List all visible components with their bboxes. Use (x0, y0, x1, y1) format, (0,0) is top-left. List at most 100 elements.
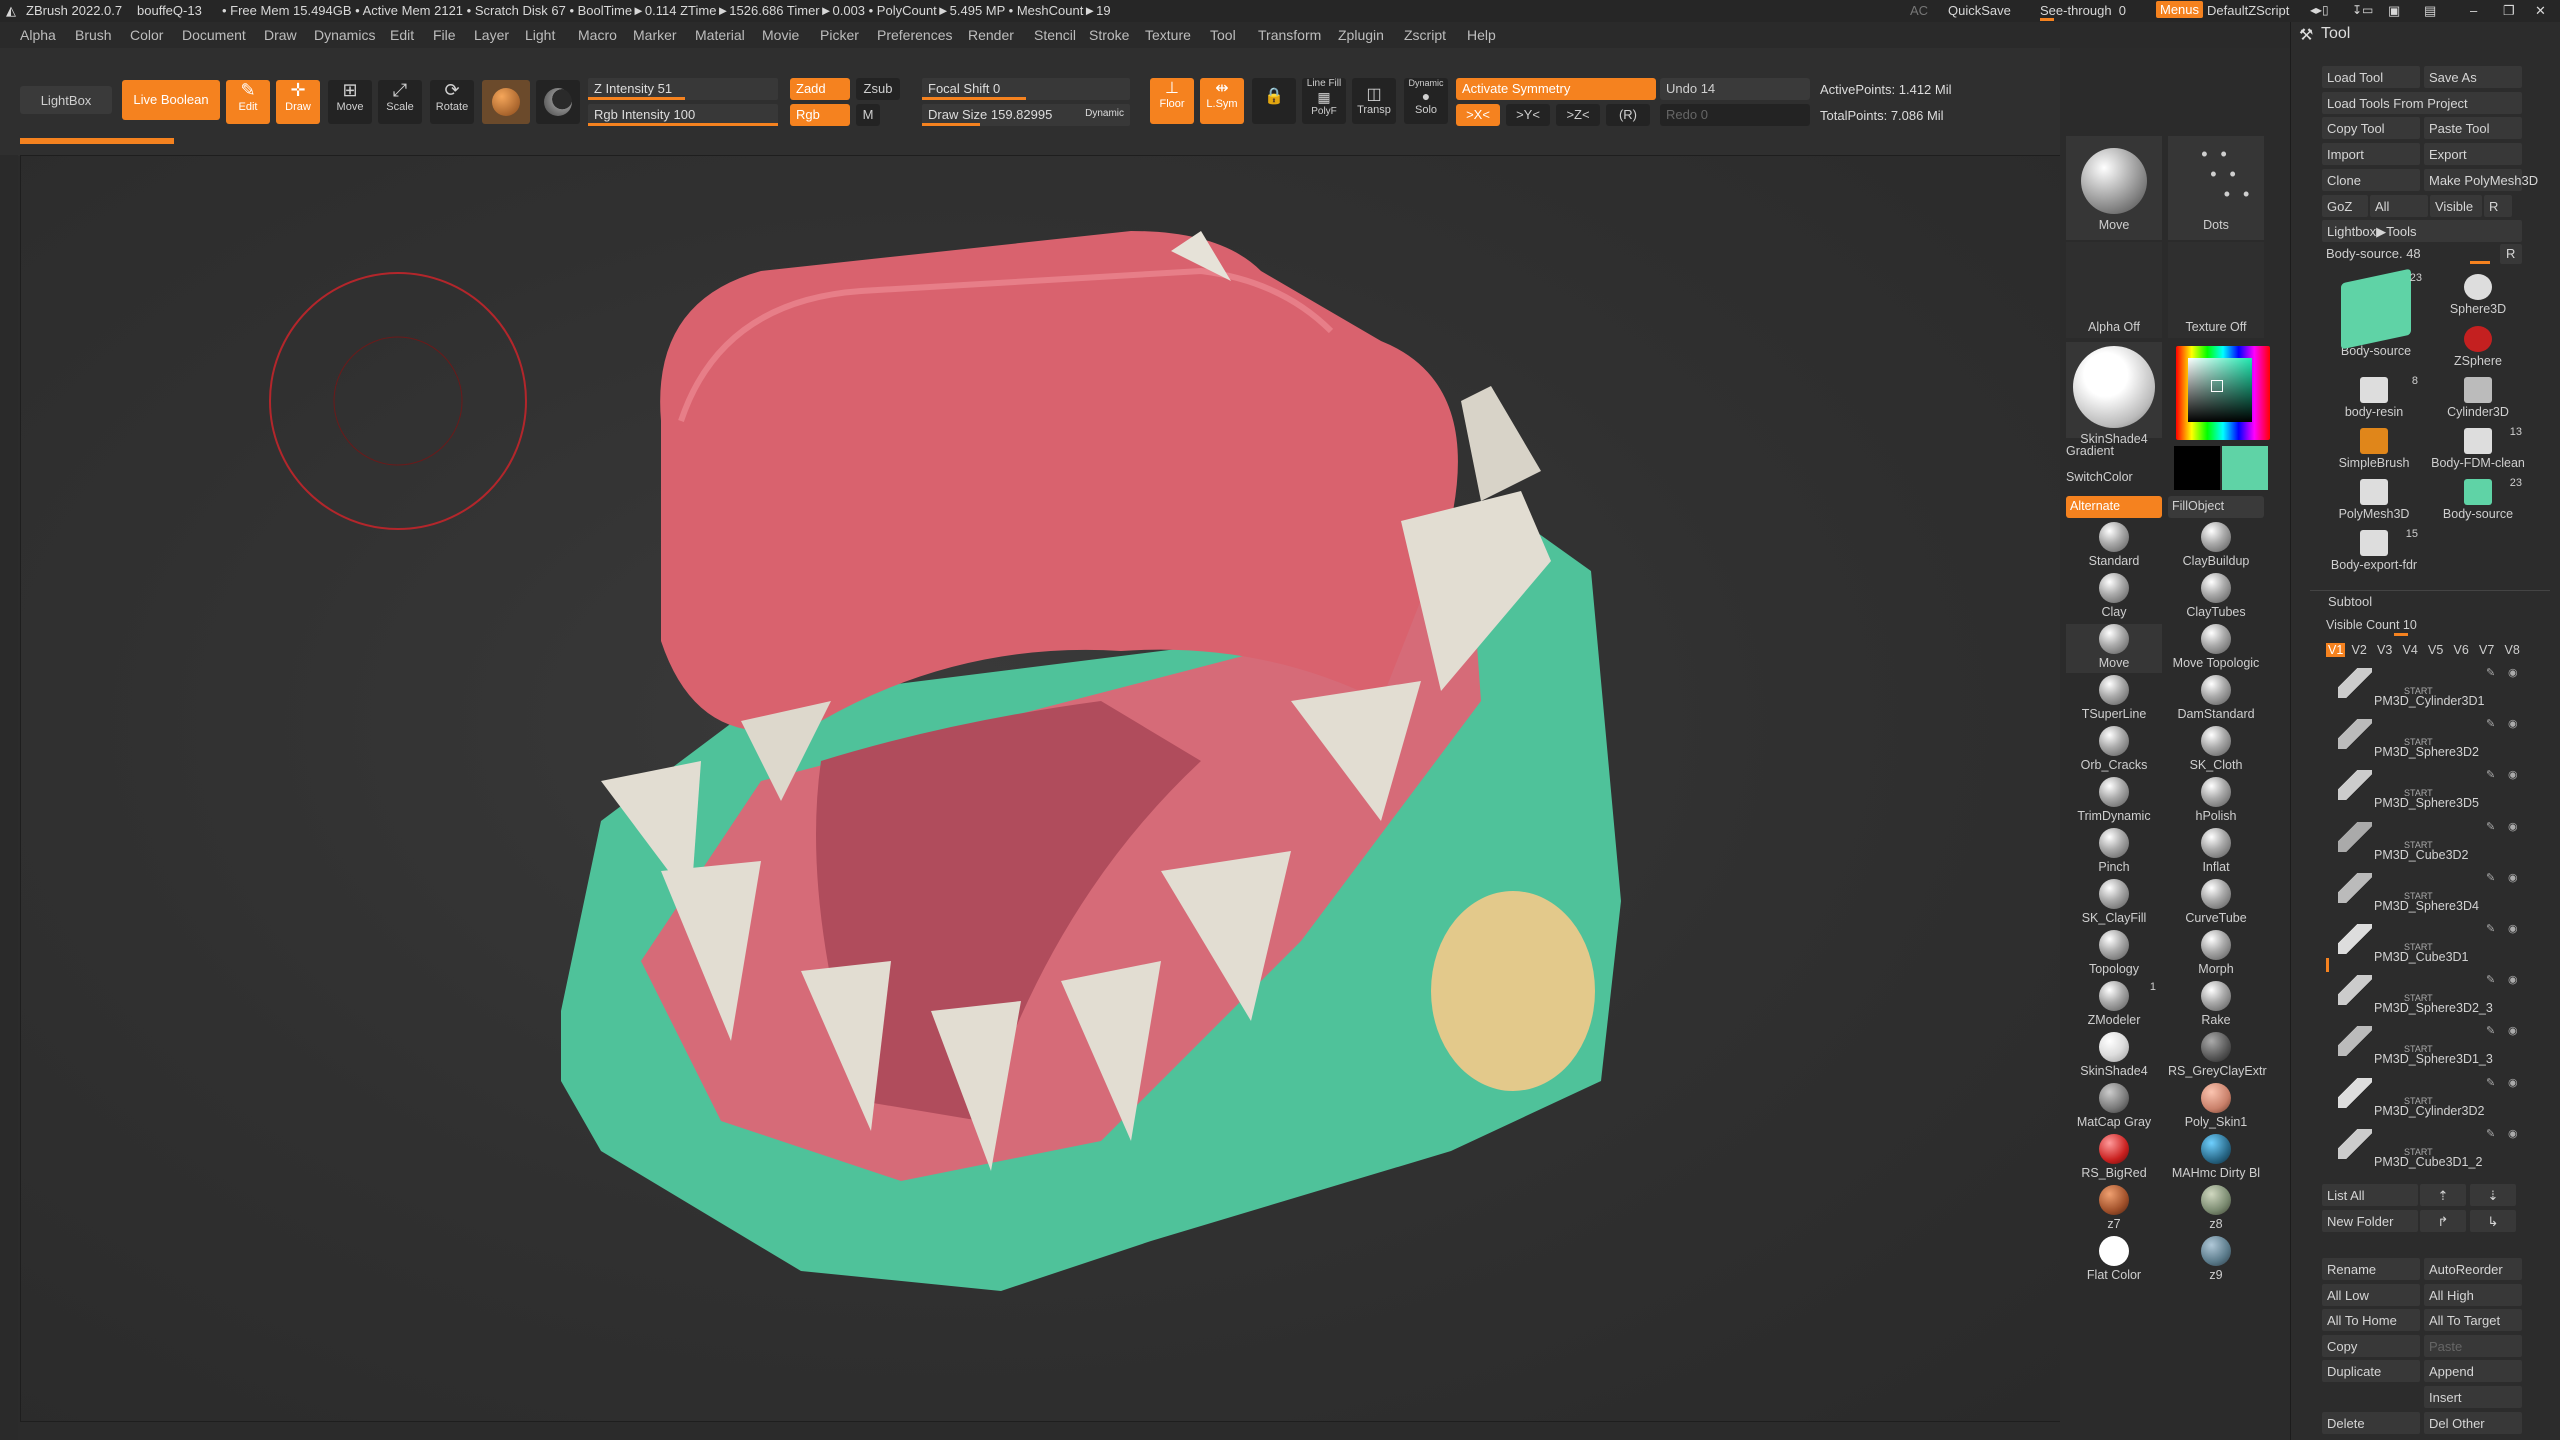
visibility-set-v2[interactable]: V2 (2352, 643, 2367, 657)
eye-icon[interactable]: ◉ (2508, 973, 2518, 986)
brush-move[interactable]: Move (2066, 624, 2162, 673)
menu-document[interactable]: Document (182, 27, 246, 43)
transp-button[interactable]: ◫ Transp (1352, 78, 1396, 124)
move-down-arrow-icon[interactable]: ⇣ (2470, 1184, 2516, 1206)
tool-export-button[interactable]: Export (2424, 143, 2522, 166)
brush-orb-cracks[interactable]: Orb_Cracks (2066, 726, 2162, 775)
m-button[interactable]: M (856, 104, 880, 126)
subtool-row[interactable]: START ✎ ◉ PM3D_Cylinder3D2 (2330, 1070, 2530, 1121)
maximize-icon[interactable]: ❐ (2503, 3, 2515, 19)
polypaint-icon[interactable]: ✎ (2486, 1127, 2495, 1140)
brush-z8[interactable]: z8 (2168, 1185, 2264, 1234)
menu-dynamics[interactable]: Dynamics (314, 27, 375, 43)
tool-load-tool-button[interactable]: Load Tool (2322, 66, 2420, 88)
brush-topology[interactable]: Topology (2066, 930, 2162, 979)
visibility-set-v3[interactable]: V3 (2377, 643, 2392, 657)
tool-copy-tool-button[interactable]: Copy Tool (2322, 117, 2420, 140)
subtool-row[interactable]: START ✎ ◉ PM3D_Sphere3D2 (2330, 711, 2530, 762)
tool-r-button[interactable]: R (2484, 194, 2512, 217)
lightbox-button[interactable]: LightBox (20, 86, 112, 114)
switch-color-button[interactable]: SwitchColor (2066, 470, 2162, 492)
brush-claytubes[interactable]: ClayTubes (2168, 573, 2264, 622)
move-up-arrow-icon[interactable]: ⇡ (2420, 1184, 2466, 1206)
folder-up-icon[interactable]: ↱ (2420, 1210, 2466, 1232)
subtool-del-other-button[interactable]: Del Other (2424, 1411, 2522, 1434)
subtool-row[interactable]: START ✎ ◉ PM3D_Cylinder3D1 (2330, 660, 2530, 711)
menu-tool[interactable]: Tool (1210, 27, 1236, 43)
polyf-button[interactable]: Line Fill ▦ PolyF (1302, 78, 1346, 124)
tool-thumb-body-source[interactable]: Body-source 23 (2430, 477, 2526, 526)
menu-picker[interactable]: Picker (820, 27, 859, 43)
tool-thumb-polymesh3d[interactable]: PolyMesh3D (2326, 477, 2422, 526)
zadd-button[interactable]: Zadd (790, 78, 850, 100)
eye-icon[interactable]: ◉ (2508, 1127, 2518, 1140)
subtool-paste-button[interactable]: Paste (2424, 1334, 2522, 1357)
brush-damstandard[interactable]: DamStandard (2168, 675, 2264, 724)
subtool-duplicate-button[interactable]: Duplicate (2322, 1360, 2420, 1383)
subtool-rename-button[interactable]: Rename (2322, 1258, 2420, 1280)
rgb-button[interactable]: Rgb (790, 104, 850, 126)
eye-icon[interactable]: ◉ (2508, 768, 2518, 781)
subtool-row[interactable]: START ✎ ◉ PM3D_Sphere3D4 (2330, 865, 2530, 916)
undo-button[interactable]: Undo 14 (1660, 78, 1810, 100)
tool-all-button[interactable]: All (2370, 194, 2428, 217)
subtool-all-low-button[interactable]: All Low (2322, 1283, 2420, 1306)
tool-thumb-zsphere[interactable]: ZSphere (2430, 324, 2526, 373)
ui-arrows-icon[interactable]: ↧▭ (2352, 3, 2373, 17)
visible-count-slider[interactable]: Visible Count 10 (2326, 618, 2417, 632)
brush-sk-cloth[interactable]: SK_Cloth (2168, 726, 2264, 775)
canvas-viewport[interactable] (20, 155, 2062, 1437)
tool-thumb-body-source[interactable]: Body-source 23 (2326, 268, 2426, 368)
live-boolean-button[interactable]: Live Boolean (122, 80, 220, 120)
menu-marker[interactable]: Marker (633, 27, 677, 43)
edit-button[interactable]: ✎ Edit (226, 80, 270, 124)
focal-shift-slider[interactable]: Focal Shift 0 (922, 78, 1130, 100)
eye-icon[interactable]: ◉ (2508, 1024, 2518, 1037)
polypaint-icon[interactable]: ✎ (2486, 871, 2495, 884)
draw-button[interactable]: ✛ Draw (276, 80, 320, 124)
brush-z9[interactable]: z9 (2168, 1236, 2264, 1285)
sym-radial-button[interactable]: (R) (1606, 104, 1650, 126)
ui-layout-icon[interactable]: ▤ (2424, 3, 2436, 19)
tool-visible-button[interactable]: Visible (2430, 194, 2482, 217)
subtool-all-to-home-button[interactable]: All To Home (2322, 1309, 2420, 1332)
brush-standard[interactable]: Standard (2066, 522, 2162, 571)
tool-thumb-body-export-fdr[interactable]: Body-export-fdr 15 (2326, 528, 2422, 577)
tool-paste-tool-button[interactable]: Paste Tool (2424, 117, 2522, 140)
stroke-selector[interactable]: • • • • • • Dots (2168, 136, 2264, 240)
brush-selector[interactable]: Move (2066, 136, 2162, 240)
brush-poly-skin1[interactable]: Poly_Skin1 (2168, 1083, 2264, 1132)
visibility-set-v6[interactable]: V6 (2454, 643, 2469, 657)
sym-x-button[interactable]: >X< (1456, 104, 1500, 126)
brush-claybuildup[interactable]: ClayBuildup (2168, 522, 2264, 571)
tool-thumb-body-fdm-clean[interactable]: Body-FDM-clean 13 (2430, 426, 2526, 475)
sym-z-button[interactable]: >Z< (1556, 104, 1600, 126)
subtool-all-to-target-button[interactable]: All To Target (2424, 1309, 2522, 1332)
polypaint-icon[interactable]: ✎ (2486, 768, 2495, 781)
brush-matcap-gray[interactable]: MatCap Gray (2066, 1083, 2162, 1132)
subtool-row[interactable]: START ✎ ◉ PM3D_Sphere3D1_3 (2330, 1018, 2530, 1069)
menu-light[interactable]: Light (525, 27, 555, 43)
polypaint-icon[interactable]: ✎ (2486, 666, 2495, 679)
brush-move-topologic[interactable]: Move Topologic (2168, 624, 2264, 673)
rgb-intensity-slider[interactable]: Rgb Intensity 100 (588, 104, 778, 126)
brush-tsuperline[interactable]: TSuperLine (2066, 675, 2162, 724)
fill-object-button[interactable]: FillObject (2168, 496, 2264, 518)
list-all-button[interactable]: List All (2322, 1184, 2418, 1206)
tool-lightbox-tools-button[interactable]: Lightbox▶Tools (2322, 220, 2522, 243)
material-selector[interactable]: SkinShade4 (2066, 342, 2162, 446)
activate-symmetry-button[interactable]: Activate Symmetry (1456, 78, 1656, 100)
sym-y-button[interactable]: >Y< (1506, 104, 1550, 126)
menu-macro[interactable]: Macro (578, 27, 617, 43)
brush-curvetube[interactable]: CurveTube (2168, 879, 2264, 928)
brush-clay[interactable]: Clay (2066, 573, 2162, 622)
main-color-swatch[interactable] (2174, 446, 2220, 490)
eye-icon[interactable]: ◉ (2508, 717, 2518, 730)
subtool-insert-button[interactable]: Insert (2424, 1386, 2522, 1408)
brush-mrgb-button[interactable] (482, 80, 530, 124)
texture-selector[interactable]: Texture Off (2168, 242, 2264, 338)
subtool-row[interactable]: START ✎ ◉ PM3D_Cube3D1_2 (2330, 1121, 2530, 1172)
lock-camera-button[interactable]: 🔒 (1252, 78, 1296, 124)
menus-toggle[interactable]: Menus (2156, 1, 2204, 18)
menu-preferences[interactable]: Preferences (877, 27, 952, 43)
